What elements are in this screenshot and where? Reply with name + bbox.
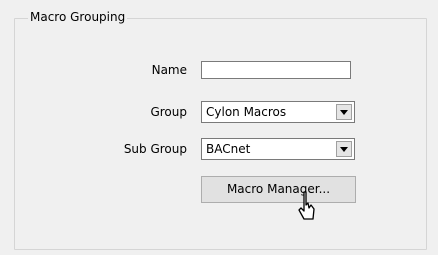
group-dropdown[interactable]: Cylon Macros [201,101,355,123]
group-dropdown-value: Cylon Macros [206,105,287,119]
chevron-down-icon[interactable] [336,104,352,120]
chevron-down-icon[interactable] [336,141,352,157]
macro-manager-button[interactable]: Macro Manager... [201,176,356,203]
macro-grouping-box [14,18,427,250]
sub-group-label: Sub Group [123,142,187,156]
cursor-icon [298,191,315,220]
macro-grouping-title: Macro Grouping [28,9,128,25]
name-field[interactable] [201,61,351,79]
sub-group-dropdown[interactable]: BACnet [201,138,355,160]
sub-group-dropdown-value: BACnet [206,142,251,156]
group-label: Group [150,105,187,119]
name-label: Name [151,63,187,77]
